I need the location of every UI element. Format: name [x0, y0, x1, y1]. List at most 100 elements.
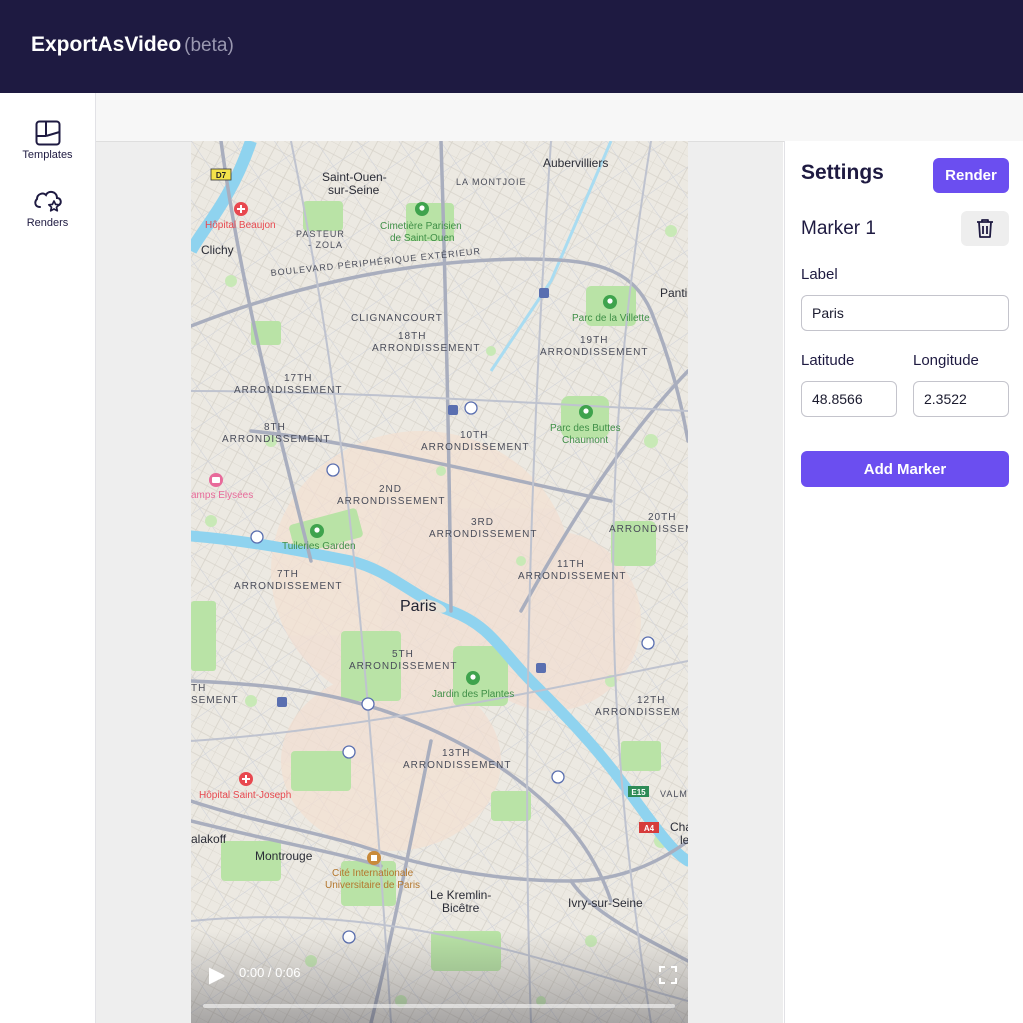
longitude-field-label: Longitude	[913, 352, 979, 369]
map-view: D7 E15 A4 CLIGNANCOURT 18TH ARRONDISSEME…	[191, 141, 688, 1023]
university-icon	[367, 851, 381, 865]
svg-text:ARRONDISSEMENT: ARRONDISSEMENT	[349, 661, 457, 672]
svg-text:alakoff: alakoff	[191, 832, 227, 846]
camera-icon	[209, 473, 223, 487]
latitude-field-label: Latitude	[801, 352, 855, 369]
svg-text:Saint-Ouen-: Saint-Ouen-	[322, 170, 387, 184]
svg-text:SEMENT: SEMENT	[191, 695, 239, 706]
svg-text:Hôpital Beaujon: Hôpital Beaujon	[205, 220, 276, 231]
svg-text:Parc de la Villette: Parc de la Villette	[572, 313, 650, 324]
svg-text:ARRONDISSEMENT: ARRONDISSEMENT	[222, 434, 330, 445]
svg-text:Cha: Cha	[670, 820, 688, 834]
settings-panel: Settings Render Marker 1 Label Latitude …	[784, 141, 1023, 1023]
top-bar: ExportAsVideo (beta)	[0, 0, 1023, 93]
play-icon[interactable]	[205, 965, 227, 987]
svg-text:Parc des Buttes: Parc des Buttes	[550, 423, 621, 434]
app-brand[interactable]: ExportAsVideo (beta)	[31, 33, 234, 57]
road-shield-d7: D7	[210, 168, 232, 181]
svg-text:12TH: 12TH	[637, 695, 665, 706]
longitude-input[interactable]	[913, 381, 1009, 417]
svg-text:- ZOLA: - ZOLA	[308, 240, 343, 250]
svg-text:Montrouge: Montrouge	[255, 849, 313, 863]
video-progress-bar[interactable]	[203, 1004, 675, 1008]
sidebar-item-renders[interactable]: Renders	[0, 186, 95, 229]
svg-text:Hôpital Saint-Joseph: Hôpital Saint-Joseph	[199, 790, 291, 801]
svg-text:VALM: VALM	[660, 789, 688, 799]
svg-text:5TH: 5TH	[392, 649, 414, 660]
svg-text:ARRONDISSEMENT: ARRONDISSEMENT	[234, 385, 342, 396]
hospital-icon	[234, 202, 248, 216]
svg-text:Clichy: Clichy	[201, 243, 234, 257]
toolbar-strip	[96, 93, 783, 142]
svg-text:10TH: 10TH	[460, 430, 488, 441]
label-field-label: Label	[801, 266, 838, 283]
svg-text:amps Elysées: amps Elysées	[191, 490, 253, 501]
svg-text:Ivry-sur-Seine: Ivry-sur-Seine	[568, 896, 643, 910]
svg-text:2ND: 2ND	[379, 484, 402, 495]
add-marker-button[interactable]: Add Marker	[801, 451, 1009, 487]
templates-icon	[35, 120, 60, 146]
svg-text:LA MONTJOIE: LA MONTJOIE	[456, 177, 527, 187]
svg-text:ARRONDISSEMENT: ARRONDISSEMENT	[337, 496, 445, 507]
svg-text:Aubervilliers: Aubervilliers	[543, 156, 608, 170]
svg-text:3RD: 3RD	[471, 517, 494, 528]
svg-text:sur-Seine: sur-Seine	[328, 183, 380, 197]
svg-text:Cité Internationale: Cité Internationale	[332, 868, 414, 879]
svg-text:Bicêtre: Bicêtre	[442, 901, 480, 915]
svg-text:A4: A4	[644, 824, 655, 833]
svg-text:18TH: 18TH	[398, 331, 426, 342]
app-title: ExportAsVideo	[31, 33, 182, 56]
video-player[interactable]: D7 E15 A4 CLIGNANCOURT 18TH ARRONDISSEME…	[191, 141, 688, 1023]
map-label-paris: Paris	[400, 598, 436, 615]
svg-text:CLIGNANCOURT: CLIGNANCOURT	[351, 313, 443, 324]
beta-badge: (beta)	[184, 35, 234, 56]
delete-marker-button[interactable]	[961, 211, 1009, 246]
cloud-star-icon	[33, 190, 62, 212]
svg-text:Le Kremlin-: Le Kremlin-	[430, 888, 491, 902]
sidebar-item-label: Renders	[26, 217, 69, 229]
video-controls: 0:00 / 0:06	[191, 931, 688, 1023]
video-time: 0:00 / 0:06	[239, 965, 301, 980]
svg-text:11TH: 11TH	[557, 559, 585, 570]
svg-text:Panti: Panti	[660, 286, 687, 300]
toolbar-strip-right	[783, 93, 1023, 142]
svg-text:ARRONDISSEMENT: ARRONDISSEMENT	[429, 529, 537, 540]
svg-text:Chaumont: Chaumont	[562, 435, 608, 446]
svg-text:D7: D7	[216, 171, 227, 180]
hospital-icon	[239, 772, 253, 786]
svg-text:17TH: 17TH	[284, 373, 312, 384]
svg-text:ARRONDISSEMENT: ARRONDISSEMENT	[234, 581, 342, 592]
svg-text:ARRONDISSEM: ARRONDISSEM	[609, 524, 688, 535]
sidebar-item-templates[interactable]: Templates	[0, 120, 95, 161]
svg-text:13TH: 13TH	[442, 748, 470, 759]
svg-text:Universitaire de Paris: Universitaire de Paris	[325, 880, 420, 891]
fullscreen-icon[interactable]	[659, 966, 677, 984]
svg-text:PASTEUR: PASTEUR	[296, 229, 345, 239]
sidebar: Templates Renders	[0, 93, 96, 1023]
road-shield-e15: E15	[628, 786, 649, 797]
sidebar-item-label: Templates	[22, 149, 73, 161]
svg-text:ARRONDISSEM: ARRONDISSEM	[595, 707, 680, 718]
label-input[interactable]	[801, 295, 1009, 331]
svg-text:Tuileries Garden: Tuileries Garden	[282, 541, 356, 552]
svg-text:de Saint-Ouen: de Saint-Ouen	[390, 233, 455, 244]
svg-text:Jardin des Plantes: Jardin des Plantes	[432, 689, 514, 700]
svg-text:ARRONDISSEMENT: ARRONDISSEMENT	[518, 571, 626, 582]
marker-title: Marker 1	[801, 218, 876, 239]
svg-text:19TH: 19TH	[580, 335, 608, 346]
svg-text:le: le	[680, 833, 688, 847]
svg-text:TH: TH	[191, 683, 206, 694]
svg-text:Cimetière Parisien: Cimetière Parisien	[380, 221, 462, 232]
svg-text:E15: E15	[631, 788, 646, 797]
svg-text:7TH: 7TH	[277, 569, 299, 580]
svg-text:ARRONDISSEMENT: ARRONDISSEMENT	[372, 343, 480, 354]
render-button[interactable]: Render	[933, 158, 1009, 193]
latitude-input[interactable]	[801, 381, 897, 417]
svg-text:ARRONDISSEMENT: ARRONDISSEMENT	[540, 347, 648, 358]
trash-icon	[977, 219, 993, 238]
svg-text:ARRONDISSEMENT: ARRONDISSEMENT	[403, 760, 511, 771]
svg-text:ARRONDISSEMENT: ARRONDISSEMENT	[421, 442, 529, 453]
svg-text:20TH: 20TH	[648, 512, 676, 523]
svg-text:8TH: 8TH	[264, 422, 286, 433]
settings-title: Settings	[801, 161, 884, 184]
